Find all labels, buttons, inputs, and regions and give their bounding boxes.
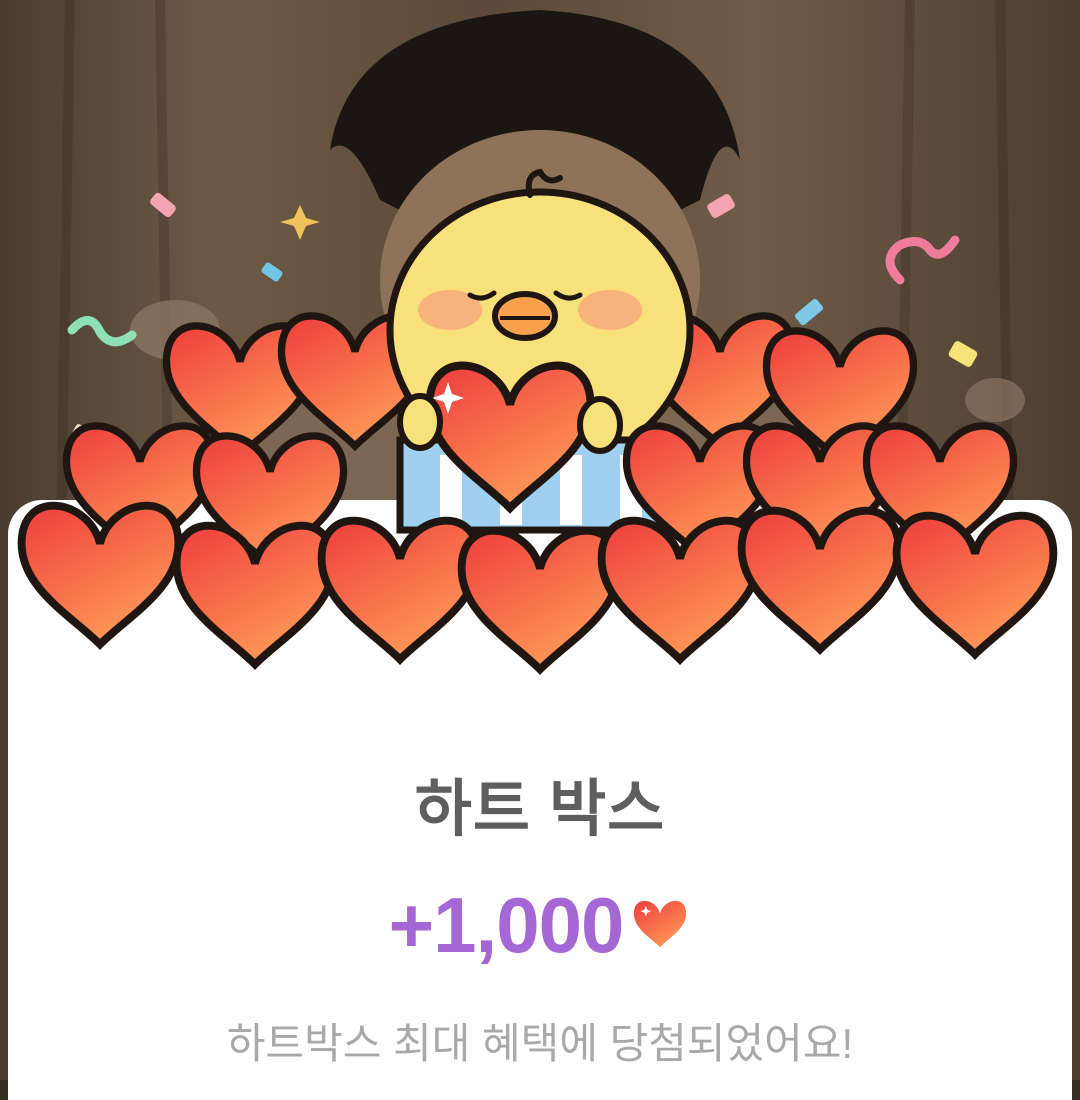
reward-amount: +1,000: [388, 880, 625, 969]
heart-icon: [634, 900, 687, 948]
reward-message: 하트박스 최대 혜택에 당첨되었어요!: [226, 1020, 854, 1067]
reward-amount-row: +1,000: [0, 880, 1080, 970]
heart-box-illustration: [0, 168, 1080, 700]
popup-title: 하트 박스: [414, 775, 666, 844]
